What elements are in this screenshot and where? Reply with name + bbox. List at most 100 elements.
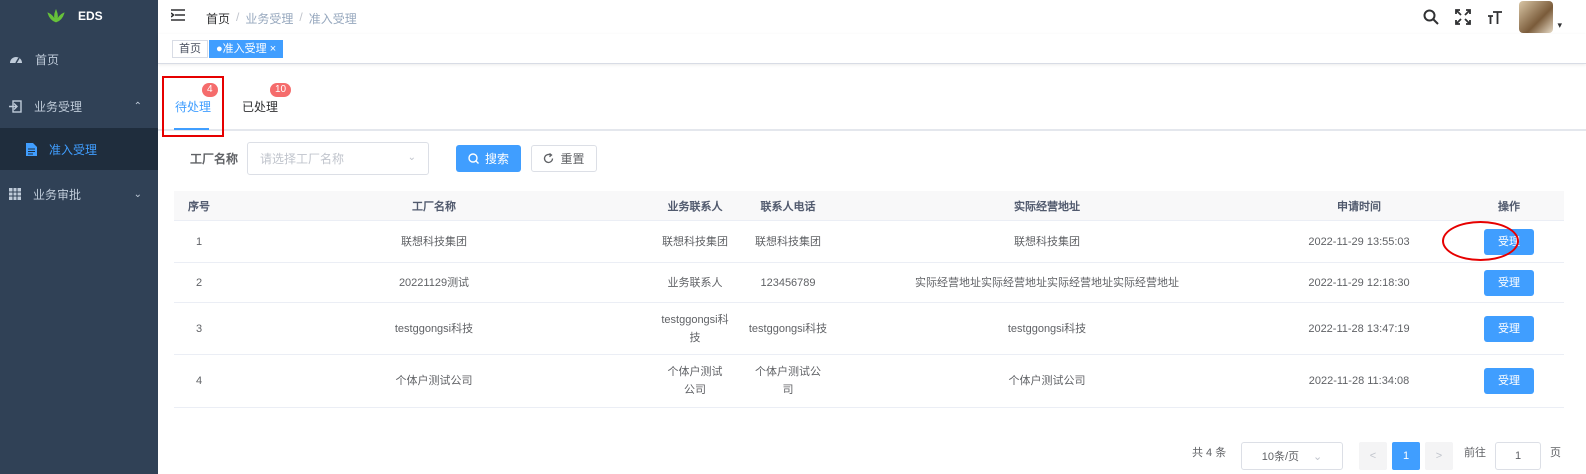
cell-contact: 个体户测试公司 <box>667 366 723 396</box>
font-size-icon[interactable] <box>1487 9 1503 25</box>
cell-time: 2022-11-28 13:47:19 <box>1308 322 1410 335</box>
factory-name-label: 工厂名称 <box>190 152 239 166</box>
logo: EDS <box>0 0 158 32</box>
reset-button-label: 重置 <box>560 152 585 166</box>
breadcrumb-current: 准入受理 <box>308 12 357 26</box>
search-button[interactable]: 搜索 <box>456 145 521 172</box>
tag-home[interactable]: 首页 <box>172 40 208 58</box>
sidebar-item-label: 准入受理 <box>49 142 98 157</box>
caret-down-icon[interactable]: ▾ <box>1557 20 1562 31</box>
logo-text: EDS <box>78 9 103 23</box>
accept-button[interactable]: 受理 <box>1484 315 1534 342</box>
chevron-up-icon: ⌃ <box>133 100 142 112</box>
column-header: 操作 <box>1498 200 1520 213</box>
factory-name-select[interactable]: 请选择工厂名称 ⌄ <box>247 142 429 175</box>
cell-contact: 联想科技集团 <box>662 235 728 248</box>
cell-contact: 业务联系人 <box>667 276 723 289</box>
column-header: 工厂名称 <box>412 200 456 213</box>
accept-button[interactable]: 受理 <box>1484 269 1534 296</box>
chevron-down-icon: ⌄ <box>407 152 416 163</box>
sidebar-item-home[interactable]: 首页 <box>0 37 158 81</box>
cell-no: 3 <box>195 322 203 335</box>
tab-processed[interactable]: 已处理 <box>242 98 278 115</box>
hamburger-icon[interactable] <box>171 8 185 22</box>
breadcrumb: 首页 / 业务受理 / 准入受理 <box>206 10 357 27</box>
page-size-select[interactable]: 10条/页 ⌄ <box>1241 442 1343 470</box>
column-header: 申请时间 <box>1337 200 1381 213</box>
column-header: 序号 <box>188 200 210 213</box>
column-header: 联系人电话 <box>760 200 816 213</box>
sidebar: EDS 首页 业务受理 ⌃ 准入受理 业务审批 ⌄ <box>0 0 158 474</box>
cell-factory: 个体户测试公司 <box>395 375 473 387</box>
goto-page-input[interactable]: 1 <box>1495 442 1541 470</box>
fullscreen-icon[interactable] <box>1455 9 1472 25</box>
avatar[interactable] <box>1519 1 1554 33</box>
cell-address: 联想科技集团 <box>1014 235 1080 248</box>
accept-button[interactable]: 受理 <box>1484 368 1534 394</box>
table-row: 3 testggongsi科技 testggongsi科技 testggongs… <box>174 303 1564 355</box>
cell-address: 个体户测试公司 <box>1008 375 1086 387</box>
table-icon <box>9 188 21 200</box>
goto-page-value: 1 <box>1514 450 1522 462</box>
breadcrumb-separator: / <box>299 10 303 24</box>
sidebar-item-approval[interactable]: 业务审批 ⌄ <box>0 172 158 216</box>
cell-phone: 联想科技集团 <box>755 235 821 248</box>
prev-page-button[interactable]: < <box>1359 442 1387 470</box>
table-row: 2 20221129测试 业务联系人 123456789 实际经营地址实际经营地… <box>174 263 1564 303</box>
next-page-button[interactable]: > <box>1425 442 1453 470</box>
tag-admission[interactable]: ●准入受理 × <box>209 40 284 58</box>
tag-label: ●准入受理 <box>216 43 267 55</box>
login-icon <box>9 99 22 113</box>
cell-time: 2022-11-28 11:34:08 <box>1308 375 1410 387</box>
column-header: 业务联系人 <box>667 200 723 213</box>
search-icon <box>468 153 479 164</box>
annotation-circle <box>1442 221 1519 261</box>
pagination-total: 共 4 条 <box>1192 447 1227 459</box>
cell-time: 2022-11-29 12:18:30 <box>1308 276 1410 289</box>
close-icon[interactable]: × <box>270 43 276 55</box>
breadcrumb-separator: / <box>236 10 240 24</box>
cell-no: 2 <box>195 276 203 289</box>
table-row: 4 个体户测试公司 个体户测试公司 个体户测试公司 个体户测试公司 2022-1… <box>174 355 1564 408</box>
cell-address: 实际经营地址实际经营地址实际经营地址实际经营地址 <box>915 276 1179 289</box>
search-icon[interactable] <box>1423 9 1440 25</box>
cell-phone: 123456789 <box>760 276 816 289</box>
dashboard-icon <box>10 57 22 64</box>
search-button-label: 搜索 <box>484 152 509 166</box>
sidebar-item-label: 业务审批 <box>33 187 82 202</box>
cell-address: testggongsi科技 <box>1007 322 1087 335</box>
leaf-logo-icon <box>47 9 65 23</box>
document-icon <box>26 142 37 156</box>
page-unit-label: 页 <box>1550 447 1561 459</box>
goto-label: 前往 <box>1464 447 1486 459</box>
annotation-rectangle <box>162 76 224 137</box>
sidebar-item-business[interactable]: 业务受理 ⌃ <box>0 84 158 128</box>
breadcrumb-business: 业务受理 <box>245 12 294 26</box>
navbar-actions: ▾ <box>1423 0 1562 34</box>
cell-factory: 20221129测试 <box>398 276 470 289</box>
breadcrumb-home[interactable]: 首页 <box>206 10 230 27</box>
select-placeholder: 请选择工厂名称 <box>260 152 345 166</box>
cell-contact: testggongsi科技 <box>661 313 729 344</box>
table-row: 1 联想科技集团 联想科技集团 联想科技集团 联想科技集团 2022-11-29… <box>174 221 1564 263</box>
sidebar-item-label: 首页 <box>35 52 60 67</box>
cell-factory: testggongsi科技 <box>394 322 474 335</box>
cell-no: 4 <box>195 375 203 387</box>
page-1-button[interactable]: 1 <box>1392 442 1420 470</box>
cell-time: 2022-11-29 13:55:03 <box>1308 235 1410 248</box>
tab-processed-badge: 10 <box>270 83 292 97</box>
reset-button[interactable]: 重置 <box>531 145 597 172</box>
chevron-down-icon: ⌄ <box>133 188 142 200</box>
cell-phone: testggongsi科技 <box>748 322 828 335</box>
table-header: 序号 工厂名称 业务联系人 联系人电话 实际经营地址 申请时间 操作 <box>174 191 1564 221</box>
chevron-down-icon: ⌄ <box>1313 450 1323 463</box>
column-header: 实际经营地址 <box>1014 200 1080 213</box>
cell-no: 1 <box>195 235 203 248</box>
admission-table: 序号 工厂名称 业务联系人 联系人电话 实际经营地址 申请时间 操作 1 联想科… <box>174 191 1564 408</box>
cell-factory: 联想科技集团 <box>401 235 467 248</box>
tags-view: 首页 ●准入受理 × <box>158 34 1586 64</box>
refresh-icon <box>544 153 554 164</box>
page-size-value: 10条/页 <box>1261 451 1300 463</box>
navbar: 首页 / 业务受理 / 准入受理 ▾ <box>158 0 1586 34</box>
sidebar-item-admission[interactable]: 准入受理 <box>0 128 158 170</box>
